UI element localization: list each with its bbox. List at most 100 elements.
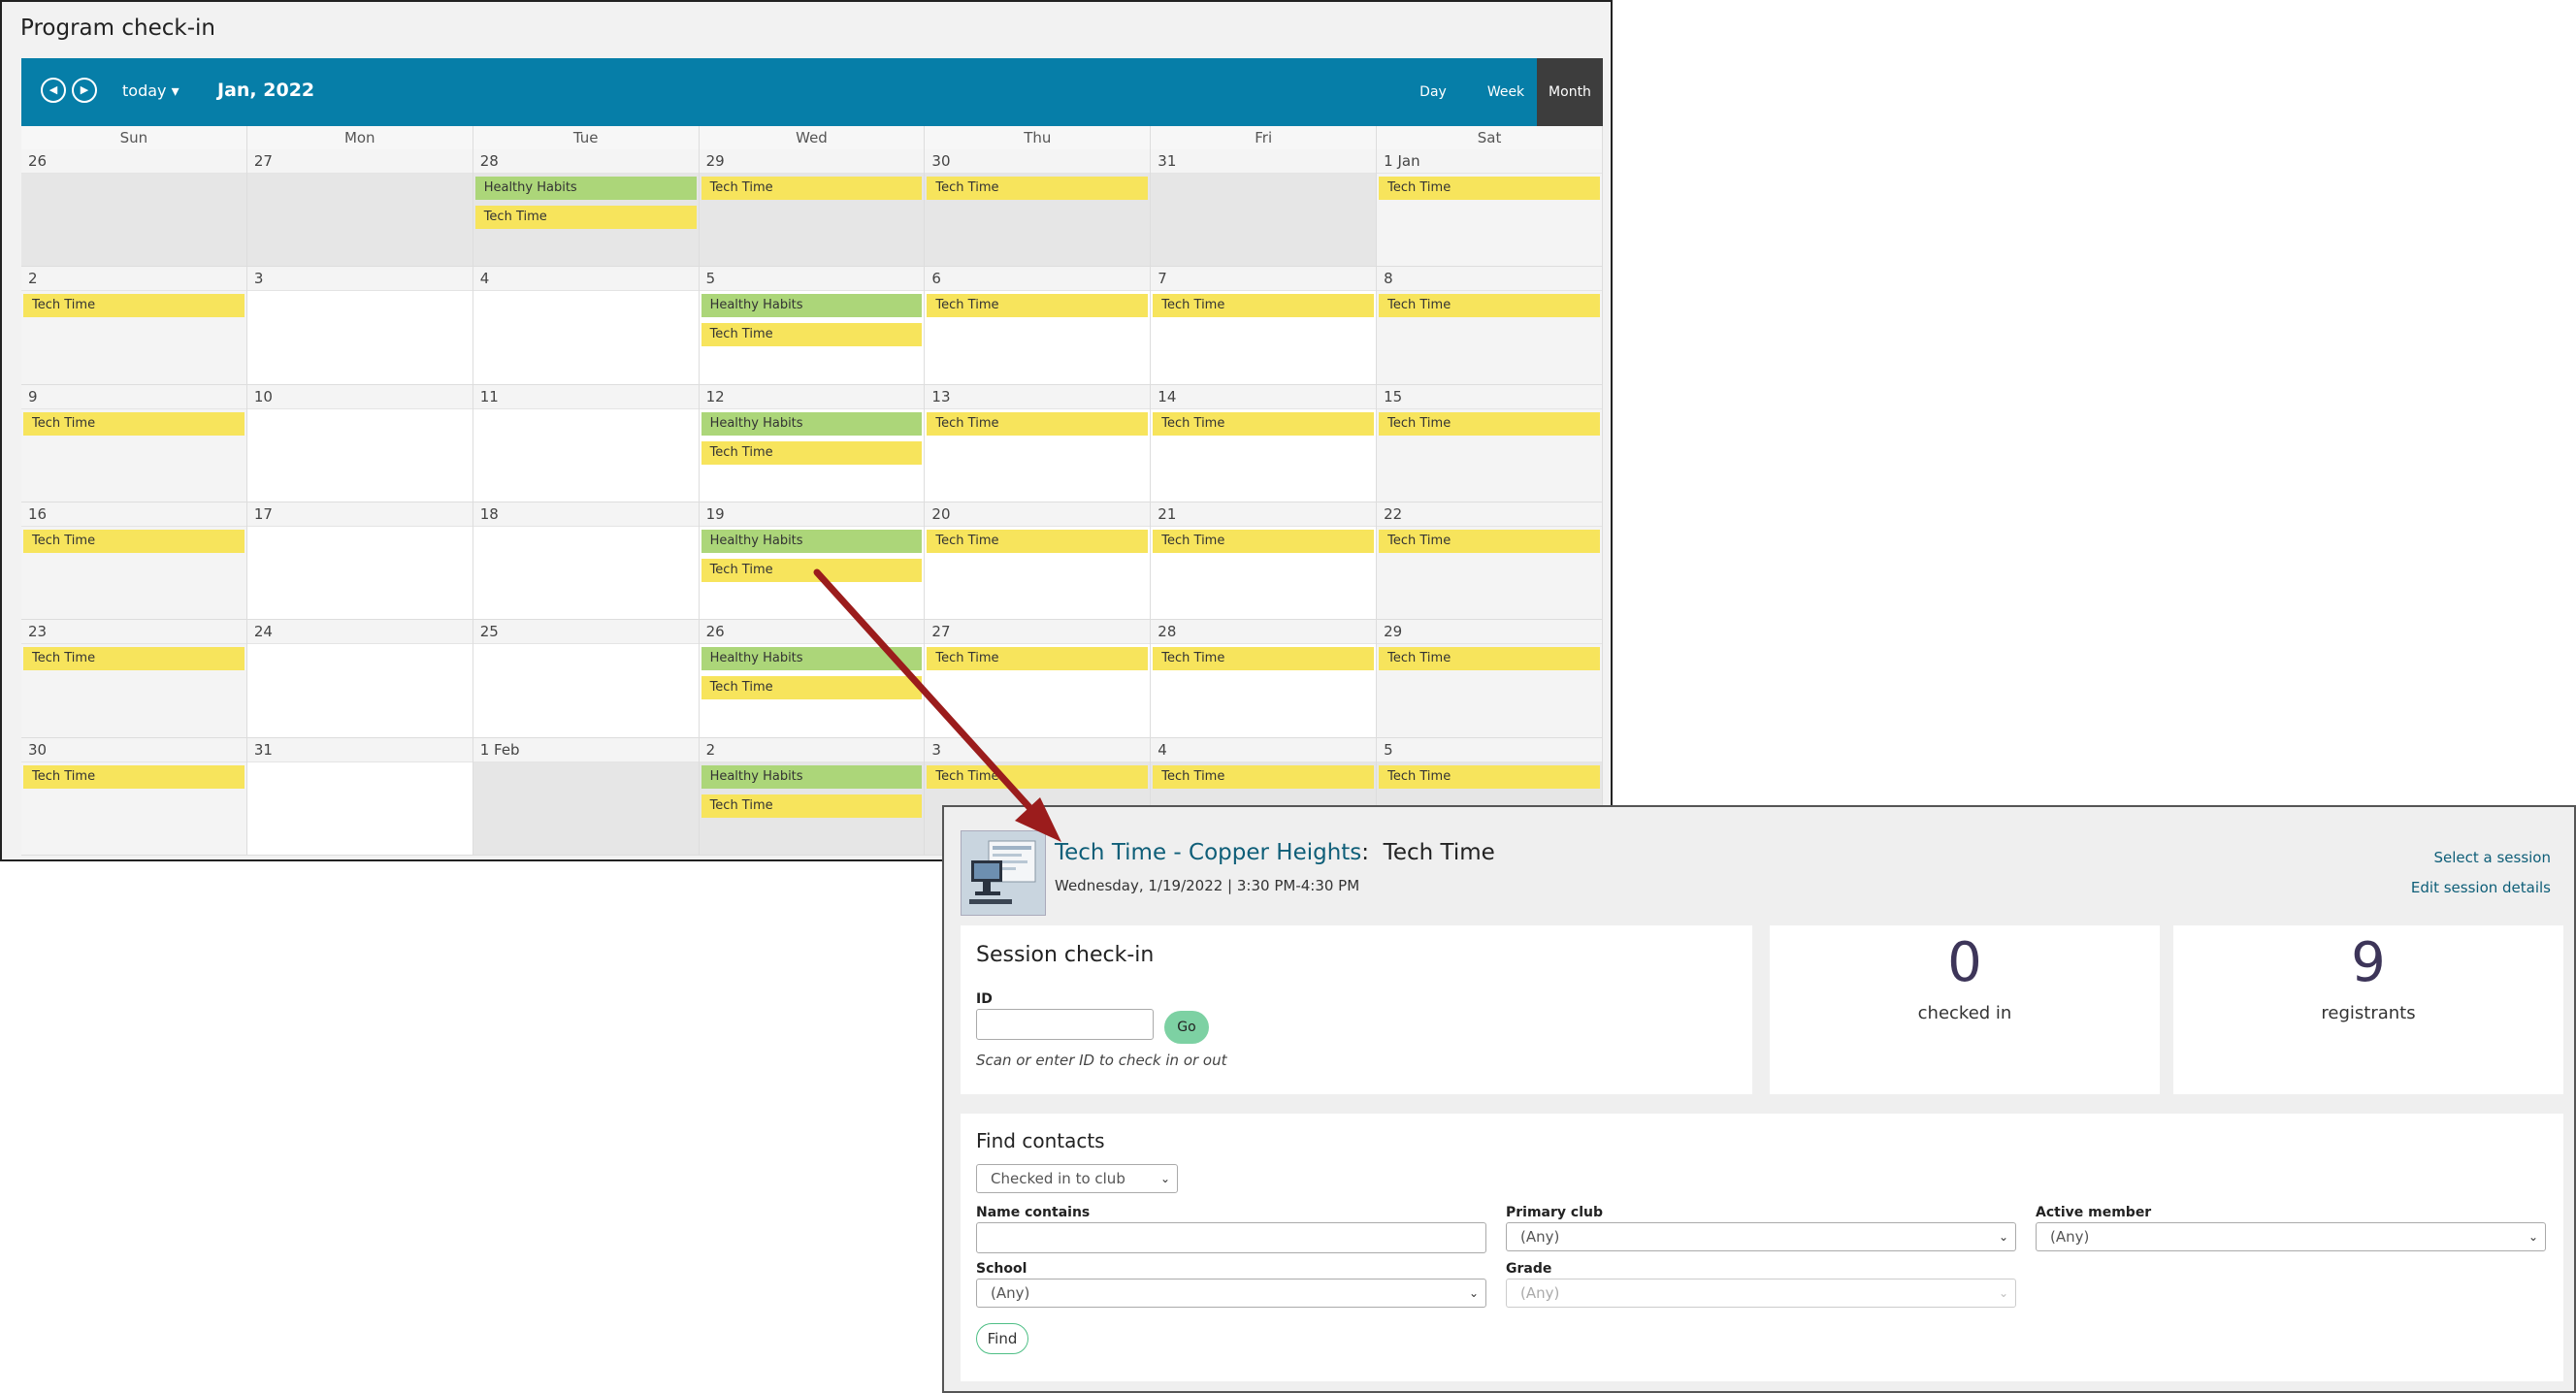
edit-session-details-link[interactable]: Edit session details	[2411, 879, 2551, 896]
calendar-event[interactable]: Tech Time	[23, 647, 245, 671]
calendar-event[interactable]: Tech Time	[701, 323, 923, 347]
calendar-day-cell[interactable]: 30 Tech Time	[21, 737, 247, 856]
select-session-link[interactable]: Select a session	[2433, 849, 2551, 866]
calendar-day-cell[interactable]: 1 Feb	[473, 737, 700, 856]
calendar-event[interactable]: Tech Time	[474, 206, 697, 229]
calendar-event[interactable]: Tech Time	[1379, 764, 1600, 789]
calendar-day-cell[interactable]: 10	[246, 384, 473, 502]
calendar-event[interactable]: Tech Time	[701, 676, 923, 700]
calendar-event[interactable]: Tech Time	[1379, 294, 1600, 318]
day-number: 28	[1158, 623, 1177, 641]
calendar-day-cell[interactable]: 26 Healthy Habits Tech Time	[699, 620, 926, 738]
calendar-event[interactable]: Tech Time	[927, 294, 1149, 318]
day-header	[246, 149, 473, 174]
calendar-day-cell[interactable]: 23 Tech Time	[21, 620, 247, 738]
grade-select[interactable]: (Any) ⌄	[1506, 1279, 2016, 1308]
calendar-day-cell[interactable]: 6 Tech Time	[925, 267, 1152, 385]
calendar-day-cell[interactable]: 18	[473, 502, 700, 621]
view-day-button[interactable]: Day	[1409, 58, 1457, 126]
calendar-day-cell[interactable]: 16 Tech Time	[21, 502, 247, 621]
active-member-select[interactable]: (Any) ⌄	[2036, 1222, 2546, 1251]
calendar-day-cell[interactable]: 5 Healthy Habits Tech Time	[699, 267, 926, 385]
calendar-day-cell[interactable]: 26	[21, 149, 247, 268]
calendar-event[interactable]: Tech Time	[701, 559, 923, 582]
checked-in-filter-select[interactable]: Checked in to club ⌄	[976, 1164, 1178, 1193]
calendar-day-cell[interactable]: 25	[473, 620, 700, 738]
calendar-event[interactable]: Tech Time	[927, 177, 1149, 200]
calendar-day-cell[interactable]: 8 Tech Time	[1377, 267, 1603, 385]
calendar-day-cell[interactable]: 28 Healthy Habits Tech Time	[473, 149, 700, 268]
go-button[interactable]: Go	[1164, 1011, 1209, 1044]
calendar-day-cell[interactable]: 4	[473, 267, 700, 385]
calendar-event[interactable]: Tech Time	[1153, 530, 1375, 553]
calendar-day-cell[interactable]: 3	[246, 267, 473, 385]
view-month-button[interactable]: Month	[1537, 58, 1603, 126]
calendar-event[interactable]: Tech Time	[1379, 411, 1600, 436]
name-contains-input[interactable]	[976, 1222, 1486, 1253]
school-value: (Any)	[991, 1284, 1030, 1302]
calendar-day-cell[interactable]: 15 Tech Time	[1377, 384, 1603, 502]
calendar-day-cell[interactable]: 1 Jan Tech Time	[1377, 149, 1603, 268]
calendar-event[interactable]: Tech Time	[1153, 294, 1375, 318]
primary-club-select[interactable]: (Any) ⌄	[1506, 1222, 2016, 1251]
calendar-day-cell[interactable]: 17	[246, 502, 473, 621]
calendar-event[interactable]: Healthy Habits	[701, 647, 923, 671]
calendar-event[interactable]: Tech Time	[1379, 647, 1600, 671]
calendar-day-cell[interactable]: 28 Tech Time	[1151, 620, 1378, 738]
calendar-day-cell[interactable]: 30 Tech Time	[925, 149, 1152, 268]
id-input[interactable]	[976, 1009, 1154, 1040]
day-number: 10	[253, 387, 273, 405]
calendar-event[interactable]: Healthy Habits	[701, 530, 923, 553]
calendar-event[interactable]: Tech Time	[23, 411, 245, 436]
calendar-day-cell[interactable]: 2 Healthy Habits Tech Time	[699, 737, 926, 856]
next-month-button[interactable]: ▶	[72, 78, 97, 103]
calendar-event[interactable]: Tech Time	[1153, 411, 1375, 436]
calendar-day-cell[interactable]: 7 Tech Time	[1151, 267, 1378, 385]
day-header	[21, 620, 246, 645]
calendar-day-cell[interactable]: 20 Tech Time	[925, 502, 1152, 621]
calendar-day-cell[interactable]: 14 Tech Time	[1151, 384, 1378, 502]
calendar-event[interactable]: Tech Time	[23, 764, 245, 789]
calendar-day-cell[interactable]: 9 Tech Time	[21, 384, 247, 502]
day-number: 1 Jan	[1384, 152, 1420, 170]
calendar-event[interactable]: Tech Time	[23, 530, 245, 553]
calendar-event[interactable]: Tech Time	[23, 294, 245, 318]
calendar-event[interactable]: Tech Time	[927, 764, 1149, 789]
calendar-day-cell[interactable]: 22 Tech Time	[1377, 502, 1603, 621]
grade-label: Grade	[1506, 1261, 1552, 1277]
calendar-event[interactable]: Tech Time	[927, 411, 1149, 436]
calendar-day-cell[interactable]: 21 Tech Time	[1151, 502, 1378, 621]
calendar-event[interactable]: Healthy Habits	[701, 411, 923, 436]
view-week-button[interactable]: Week	[1477, 58, 1535, 126]
calendar-day-cell[interactable]: 13 Tech Time	[925, 384, 1152, 502]
calendar-day-cell[interactable]: 27 Tech Time	[925, 620, 1152, 738]
prev-month-button[interactable]: ◀	[41, 78, 66, 103]
calendar-event[interactable]: Tech Time	[1379, 530, 1600, 553]
calendar-day-cell[interactable]: 11	[473, 384, 700, 502]
day-header	[925, 620, 1151, 645]
calendar-event[interactable]: Healthy Habits	[474, 177, 697, 200]
find-button[interactable]: Find	[976, 1323, 1028, 1354]
calendar-day-cell[interactable]: 29 Tech Time	[699, 149, 926, 268]
calendar-event[interactable]: Healthy Habits	[701, 294, 923, 318]
calendar-event[interactable]: Healthy Habits	[701, 764, 923, 789]
calendar-event[interactable]: Tech Time	[1153, 647, 1375, 671]
calendar-event[interactable]: Tech Time	[1153, 764, 1375, 789]
today-dropdown[interactable]: today ▾	[122, 81, 179, 100]
calendar-event[interactable]: Tech Time	[927, 530, 1149, 553]
calendar-day-cell[interactable]: 29 Tech Time	[1377, 620, 1603, 738]
calendar-day-cell[interactable]: 2 Tech Time	[21, 267, 247, 385]
calendar-day-cell[interactable]: 19 Healthy Habits Tech Time	[699, 502, 926, 621]
calendar-event[interactable]: Tech Time	[927, 647, 1149, 671]
calendar-day-cell[interactable]: 12 Healthy Habits Tech Time	[699, 384, 926, 502]
calendar-day-cell[interactable]: 24	[246, 620, 473, 738]
calendar-day-cell[interactable]: 27	[246, 149, 473, 268]
calendar-event[interactable]: Tech Time	[701, 177, 923, 200]
session-program-link[interactable]: Tech Time - Copper Heights	[1055, 840, 1361, 865]
calendar-event[interactable]: Tech Time	[1379, 177, 1600, 200]
school-select[interactable]: (Any) ⌄	[976, 1279, 1486, 1308]
calendar-day-cell[interactable]: 31	[1151, 149, 1378, 268]
calendar-event[interactable]: Tech Time	[701, 440, 923, 465]
calendar-day-cell[interactable]: 31	[246, 737, 473, 856]
calendar-event[interactable]: Tech Time	[701, 794, 923, 818]
